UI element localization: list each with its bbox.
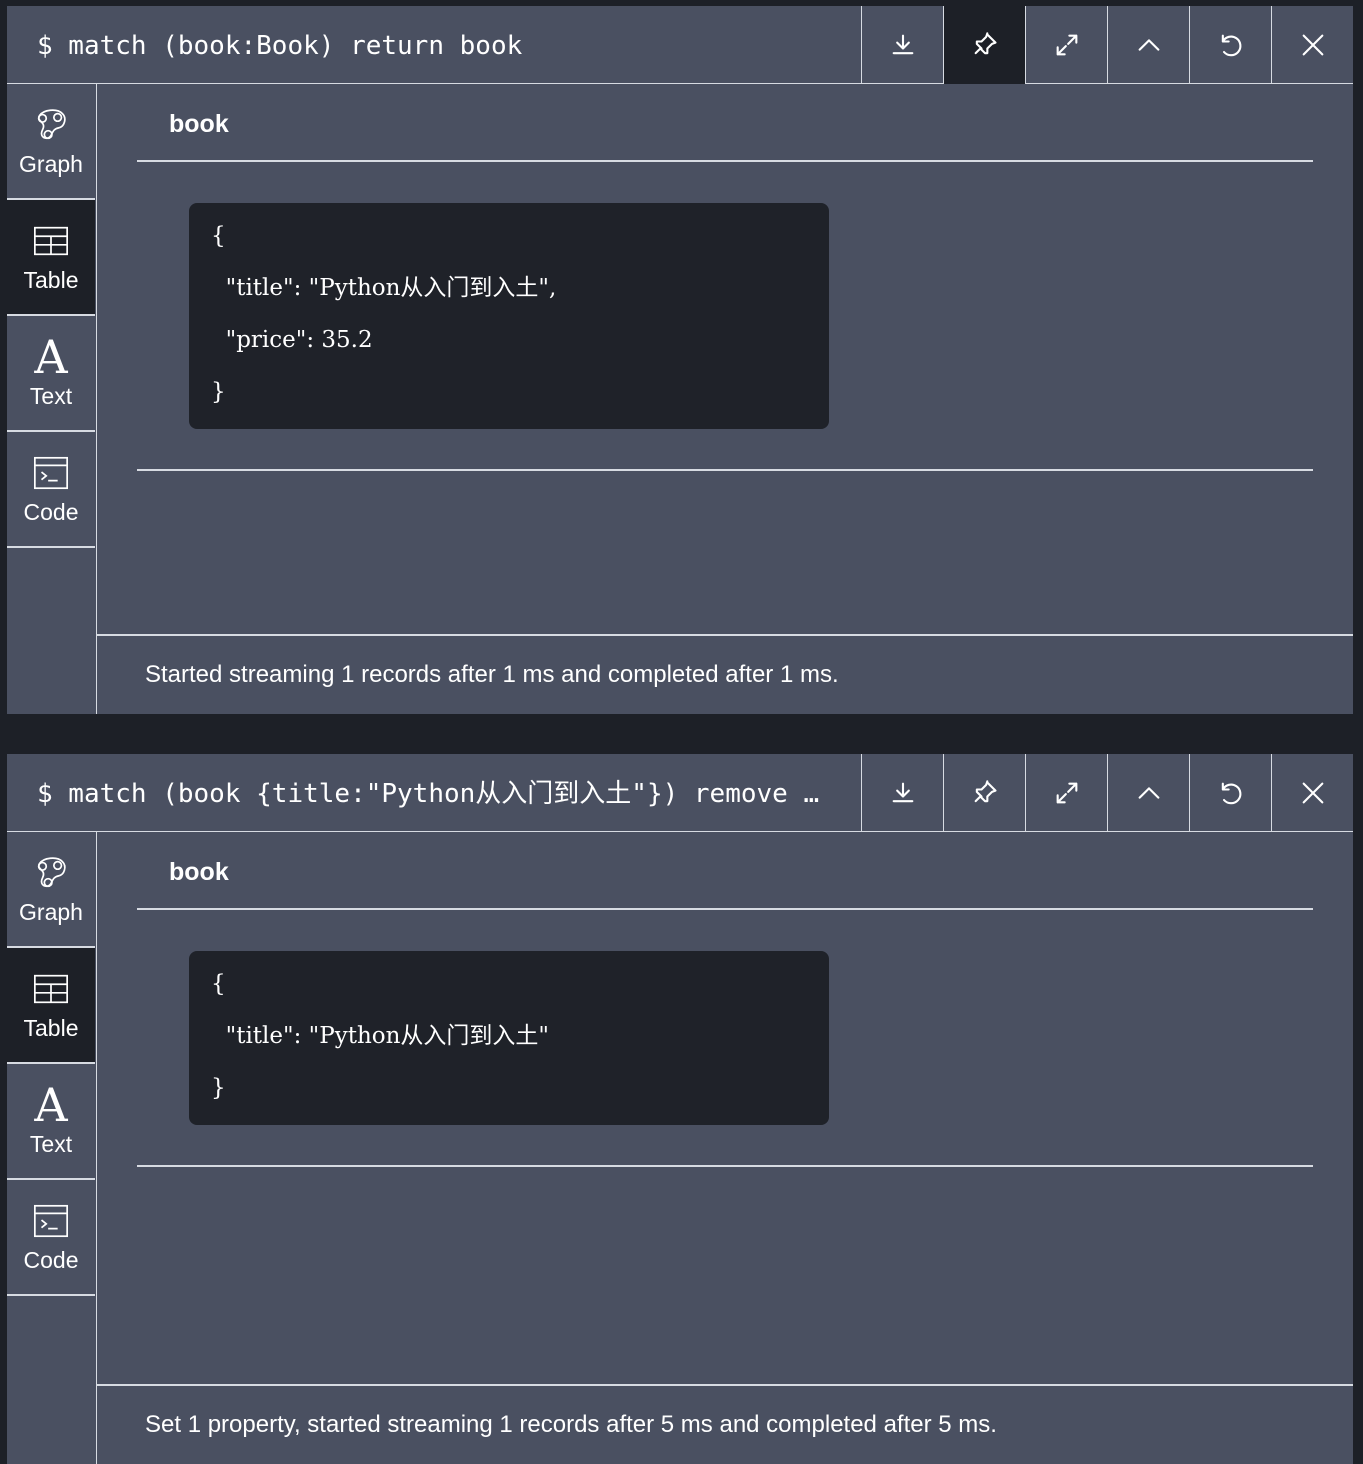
json-line: "title": "Python从入门到入土", — [211, 275, 557, 301]
close-icon — [1302, 34, 1323, 56]
view-switcher: Graph Table A Text Code — [7, 832, 97, 1464]
nav-label: Code — [23, 1246, 79, 1273]
table-icon — [31, 969, 71, 1009]
view-switcher: Graph Table A Text Code — [7, 84, 97, 714]
graph-icon — [31, 105, 71, 145]
nav-label: Code — [23, 498, 79, 525]
nav-label: Table — [23, 266, 79, 293]
rerun-button[interactable] — [1189, 754, 1271, 832]
fullscreen-button[interactable] — [1025, 6, 1107, 84]
column-header: book — [137, 832, 1313, 910]
result-frame: $ match (book:Book) return book Graph Ta… — [7, 6, 1353, 714]
refresh-icon — [1221, 34, 1241, 57]
frame-header: $ match (book {title:"Python从入门到入土"}) re… — [7, 754, 1353, 832]
json-line: { — [211, 971, 226, 997]
download-icon — [892, 782, 913, 803]
pin-button[interactable] — [943, 6, 1025, 84]
close-icon — [1302, 782, 1323, 804]
close-button[interactable] — [1271, 754, 1353, 832]
download-button[interactable] — [861, 6, 943, 84]
nav-table[interactable]: Table — [7, 948, 95, 1064]
nav-label: Graph — [19, 150, 83, 177]
table-row: { "title": "Python从入门到入土", "price": 35.2… — [137, 162, 1313, 471]
json-cell: { "title": "Python从入门到入土" } — [189, 951, 829, 1125]
nav-table[interactable]: Table — [7, 200, 95, 316]
result-frame: $ match (book {title:"Python从入门到入土"}) re… — [7, 754, 1353, 1464]
rerun-button[interactable] — [1189, 6, 1271, 84]
result-table: book { "title": "Python从入门到入土" } — [137, 832, 1313, 1167]
status-bar: Set 1 property, started streaming 1 reco… — [97, 1384, 1353, 1464]
nav-label: Text — [29, 382, 73, 409]
nav-label: Table — [23, 1014, 79, 1041]
close-button[interactable] — [1271, 6, 1353, 84]
text-icon: A — [34, 329, 68, 384]
nav-label: Graph — [19, 898, 83, 925]
status-bar: Started streaming 1 records after 1 ms a… — [97, 634, 1353, 714]
json-line: "title": "Python从入门到入土" — [211, 1023, 549, 1049]
frame-header: $ match (book:Book) return book — [7, 6, 1353, 84]
json-line: } — [211, 379, 226, 405]
table-icon — [31, 221, 71, 261]
expand-icon — [1056, 782, 1077, 804]
nav-label: Text — [29, 1130, 73, 1157]
column-header: book — [137, 84, 1313, 162]
nav-text[interactable]: A Text — [7, 316, 95, 432]
command-text[interactable]: $ match (book {title:"Python从入门到入土"}) re… — [37, 754, 857, 832]
graph-icon — [31, 853, 71, 893]
frame-actions — [861, 754, 1353, 832]
chevron-up-icon — [1138, 39, 1159, 51]
nav-graph[interactable]: Graph — [7, 832, 95, 948]
collapse-button[interactable] — [1107, 754, 1189, 832]
fullscreen-button[interactable] — [1025, 754, 1107, 832]
command-text[interactable]: $ match (book:Book) return book — [37, 6, 857, 84]
result-table: book { "title": "Python从入门到入土", "price":… — [137, 84, 1313, 471]
table-row: { "title": "Python从入门到入土" } — [137, 910, 1313, 1167]
chevron-up-icon — [1138, 787, 1159, 799]
nav-graph[interactable]: Graph — [7, 84, 95, 200]
collapse-button[interactable] — [1107, 6, 1189, 84]
code-icon — [31, 1201, 71, 1241]
download-icon — [892, 34, 913, 55]
pin-icon — [974, 780, 997, 803]
expand-icon — [1056, 34, 1077, 56]
text-icon: A — [34, 1077, 68, 1132]
json-line: "price": 35.2 — [211, 327, 373, 353]
json-line: { — [211, 223, 226, 249]
nav-text[interactable]: A Text — [7, 1064, 95, 1180]
frame-actions — [861, 6, 1353, 84]
pin-icon — [974, 32, 997, 55]
nav-code[interactable]: Code — [7, 1180, 95, 1296]
refresh-icon — [1221, 782, 1241, 805]
json-line: } — [211, 1075, 226, 1101]
json-cell: { "title": "Python从入门到入土", "price": 35.2… — [189, 203, 829, 429]
download-button[interactable] — [861, 754, 943, 832]
code-icon — [31, 453, 71, 493]
pin-button[interactable] — [943, 754, 1025, 832]
nav-code[interactable]: Code — [7, 432, 95, 548]
